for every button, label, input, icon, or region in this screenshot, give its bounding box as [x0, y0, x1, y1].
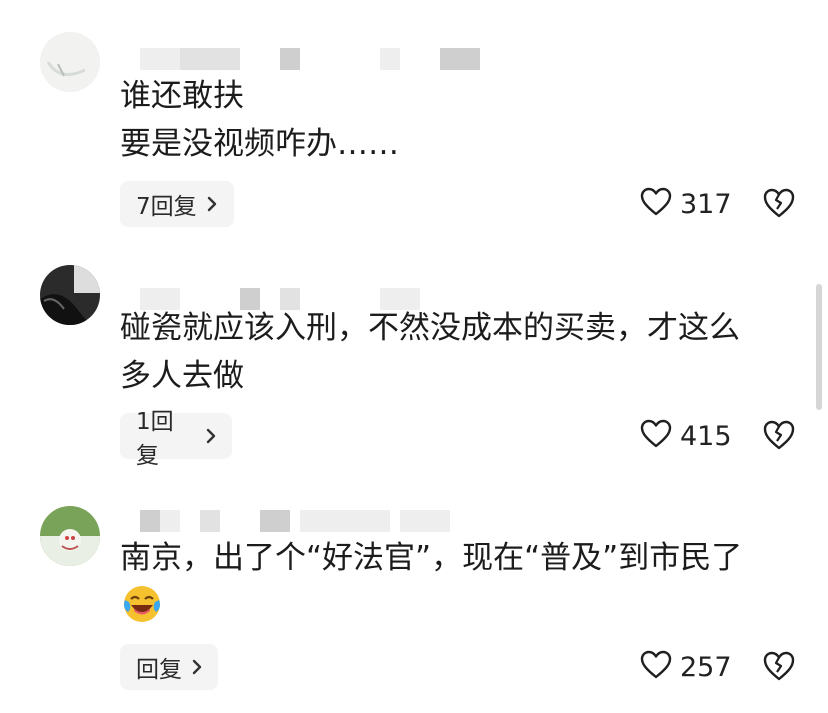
username-blurred — [120, 48, 500, 70]
avatar[interactable] — [40, 32, 100, 92]
broken-heart-icon[interactable] — [762, 650, 796, 684]
broken-heart-icon[interactable] — [762, 187, 796, 221]
like-button[interactable]: 317 — [640, 184, 732, 224]
comment-text: 谁还敢扶 要是没视频咋办…… — [120, 78, 399, 162]
crying-laughing-emoji — [120, 582, 164, 626]
reply-button[interactable]: 回复 — [120, 644, 218, 690]
chevron-right-icon — [207, 196, 217, 212]
chevron-right-icon — [192, 659, 202, 675]
reply-label: 回复 — [136, 657, 182, 683]
like-count: 317 — [680, 188, 732, 220]
like-button[interactable]: 257 — [640, 647, 732, 687]
username-blurred — [120, 510, 500, 532]
comment-list: 谁还敢扶 要是没视频咋办…… 7回复 317 碰瓷就应该入刑，不然没成本的买卖，… — [0, 0, 828, 713]
comment-item: 南京，出了个“好法官”，现在“普及”到市民了 回复 257 — [0, 480, 828, 713]
chevron-right-icon — [206, 428, 216, 444]
broken-heart-icon[interactable] — [762, 419, 796, 453]
comment-text: 南京，出了个“好法官”，现在“普及”到市民了 — [120, 540, 743, 576]
heart-outline-icon — [640, 419, 672, 453]
reply-button[interactable]: 1回复 — [120, 409, 232, 469]
comment-item: 谁还敢扶 要是没视频咋办…… 7回复 317 — [0, 0, 828, 240]
comment-item: 碰瓷就应该入刑，不然没成本的买卖，才这么 多人去做 1回复 415 — [0, 240, 828, 480]
reply-label: 7回复 — [136, 194, 197, 220]
heart-outline-icon — [640, 187, 672, 221]
reply-label: 1回复 — [136, 409, 174, 469]
comment-text: 碰瓷就应该入刑，不然没成本的买卖，才这么 多人去做 — [120, 310, 740, 394]
like-count: 257 — [680, 651, 732, 683]
scrollbar[interactable] — [816, 284, 822, 410]
avatar[interactable] — [40, 265, 100, 325]
like-button[interactable]: 415 — [640, 416, 732, 456]
reply-button[interactable]: 7回复 — [120, 181, 234, 227]
avatar[interactable] — [40, 506, 100, 566]
like-count: 415 — [680, 420, 732, 452]
heart-outline-icon — [640, 650, 672, 684]
